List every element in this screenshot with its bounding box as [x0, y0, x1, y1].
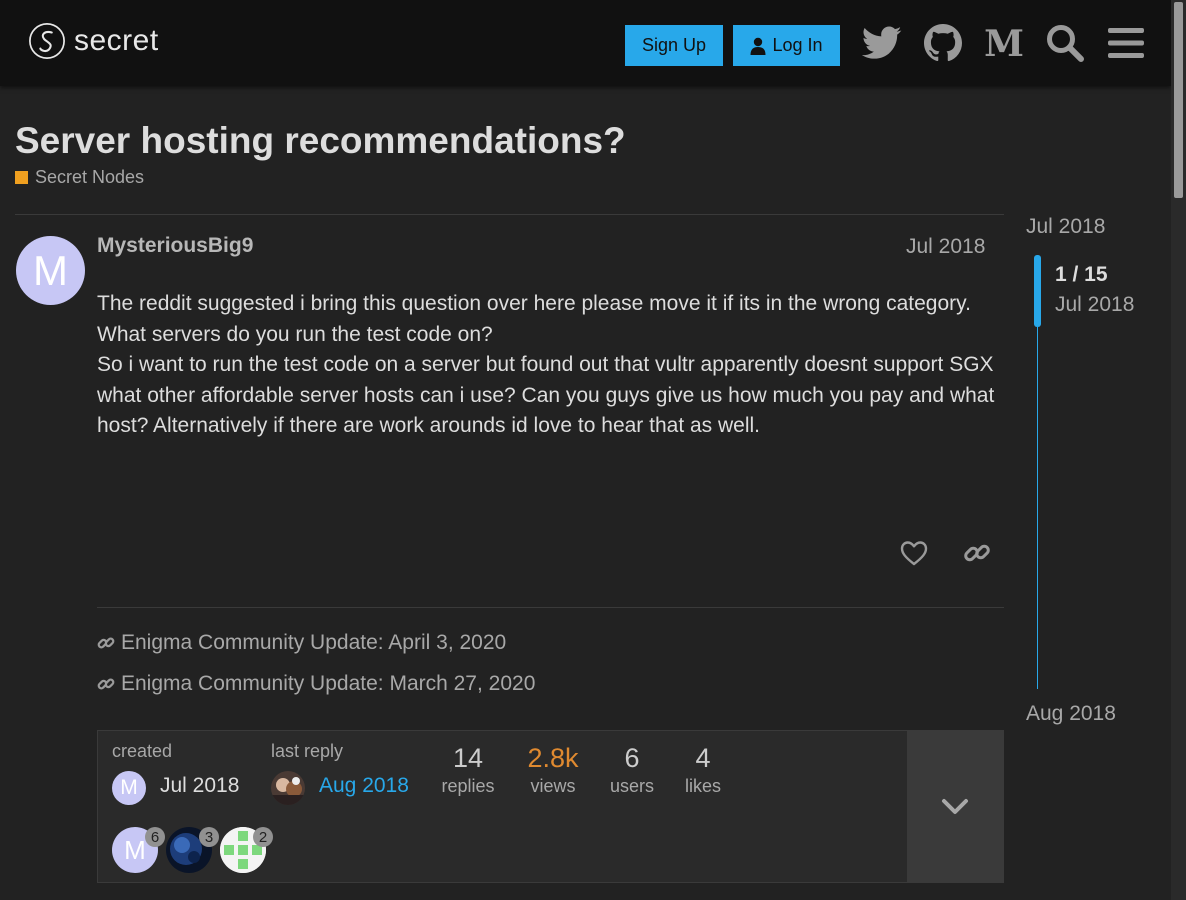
- site-logo[interactable]: secret: [28, 22, 159, 60]
- linked-topic-title: Enigma Community Update: April 3, 2020: [121, 631, 507, 654]
- timeline-position-date: Jul 2018: [1055, 293, 1135, 316]
- last-reply-label: last reply: [271, 741, 344, 761]
- user-icon: [750, 37, 766, 55]
- created-label: created: [112, 741, 173, 761]
- created-date[interactable]: Jul 2018: [160, 774, 239, 798]
- post-body: The reddit suggested i bring this questi…: [97, 289, 1002, 442]
- users-count: 6: [624, 743, 640, 773]
- like-button[interactable]: [897, 536, 931, 570]
- avatar-letter: M: [120, 776, 138, 799]
- chevron-down-icon: [942, 798, 968, 814]
- category-label: Secret Nodes: [35, 167, 145, 187]
- github-icon[interactable]: [922, 22, 964, 64]
- linked-topic-title: Enigma Community Update: March 27, 2020: [121, 672, 536, 695]
- last-reply-date[interactable]: Aug 2018: [319, 774, 409, 798]
- hamburger-menu-icon[interactable]: [1105, 22, 1147, 64]
- post-paragraph: The reddit suggested i bring this questi…: [97, 292, 971, 315]
- title-divider: [15, 214, 1004, 215]
- link-icon: [97, 678, 115, 690]
- search-icon[interactable]: [1044, 22, 1086, 64]
- post-paragraph: What servers do you run the test code on…: [97, 322, 493, 346]
- medium-icon[interactable]: M: [983, 22, 1025, 64]
- likes-stat: 4 likes: [680, 743, 726, 797]
- timeline-start-date[interactable]: Jul 2018: [1026, 215, 1105, 239]
- site-header: secret Sign Up Log In M: [0, 0, 1171, 86]
- svg-text:M: M: [984, 26, 1024, 60]
- timeline-position: 1 / 15: [1055, 263, 1108, 286]
- twitter-icon[interactable]: [861, 22, 903, 64]
- avatar-letter: M: [33, 246, 68, 294]
- post-date[interactable]: Jul 2018: [906, 235, 985, 259]
- likes-label: likes: [684, 776, 721, 796]
- timeline-end-date[interactable]: Aug 2018: [1026, 702, 1116, 726]
- scrollbar-thumb[interactable]: [1174, 2, 1183, 198]
- topic-title[interactable]: Server hosting recommendations?: [15, 120, 626, 162]
- log-in-button[interactable]: Log In: [733, 25, 840, 66]
- topic-map: created M Jul 2018 last reply Aug 2018 1…: [97, 730, 1004, 883]
- likes-count: 4: [695, 743, 711, 773]
- created-avatar[interactable]: M: [112, 771, 146, 805]
- post-divider: [97, 607, 1004, 608]
- link-icon: [97, 637, 115, 649]
- log-in-label: Log In: [772, 35, 823, 55]
- linked-topic[interactable]: Enigma Community Update: March 27, 2020: [97, 672, 535, 696]
- participant-post-count: 3: [199, 827, 219, 847]
- last-reply-avatar[interactable]: [271, 771, 305, 805]
- users-label: users: [609, 776, 654, 796]
- post-author-avatar[interactable]: M: [16, 236, 85, 305]
- views-stat: 2.8k views: [520, 743, 586, 797]
- expand-topic-map-button[interactable]: [907, 731, 1003, 882]
- replies-stat: 14 replies: [438, 743, 498, 797]
- heart-icon: [900, 541, 928, 566]
- replies-label: replies: [441, 776, 495, 796]
- views-label: views: [530, 776, 576, 796]
- avatar-letter: M: [124, 834, 146, 865]
- category-badge[interactable]: Secret Nodes: [15, 167, 144, 188]
- sign-up-label: Sign Up: [641, 35, 707, 55]
- post-paragraph: So i want to run the test code on a serv…: [97, 353, 995, 437]
- timeline-scroller-handle[interactable]: [1034, 255, 1041, 327]
- sign-up-button[interactable]: Sign Up: [625, 25, 723, 66]
- share-link-button[interactable]: [960, 536, 994, 570]
- page-scrollbar[interactable]: [1171, 0, 1186, 900]
- replies-count: 14: [452, 743, 484, 773]
- views-count: 2.8k: [527, 743, 579, 773]
- linked-topic[interactable]: Enigma Community Update: April 3, 2020: [97, 631, 506, 655]
- participant-post-count: 2: [253, 827, 273, 847]
- users-stat: 6 users: [604, 743, 660, 797]
- secret-logo-icon: [29, 23, 65, 59]
- participant-post-count: 6: [145, 827, 165, 847]
- post-username[interactable]: MysteriousBig9: [97, 234, 253, 258]
- link-icon: [964, 544, 990, 562]
- category-color-square: [15, 171, 28, 184]
- logo-text: secret: [74, 24, 159, 57]
